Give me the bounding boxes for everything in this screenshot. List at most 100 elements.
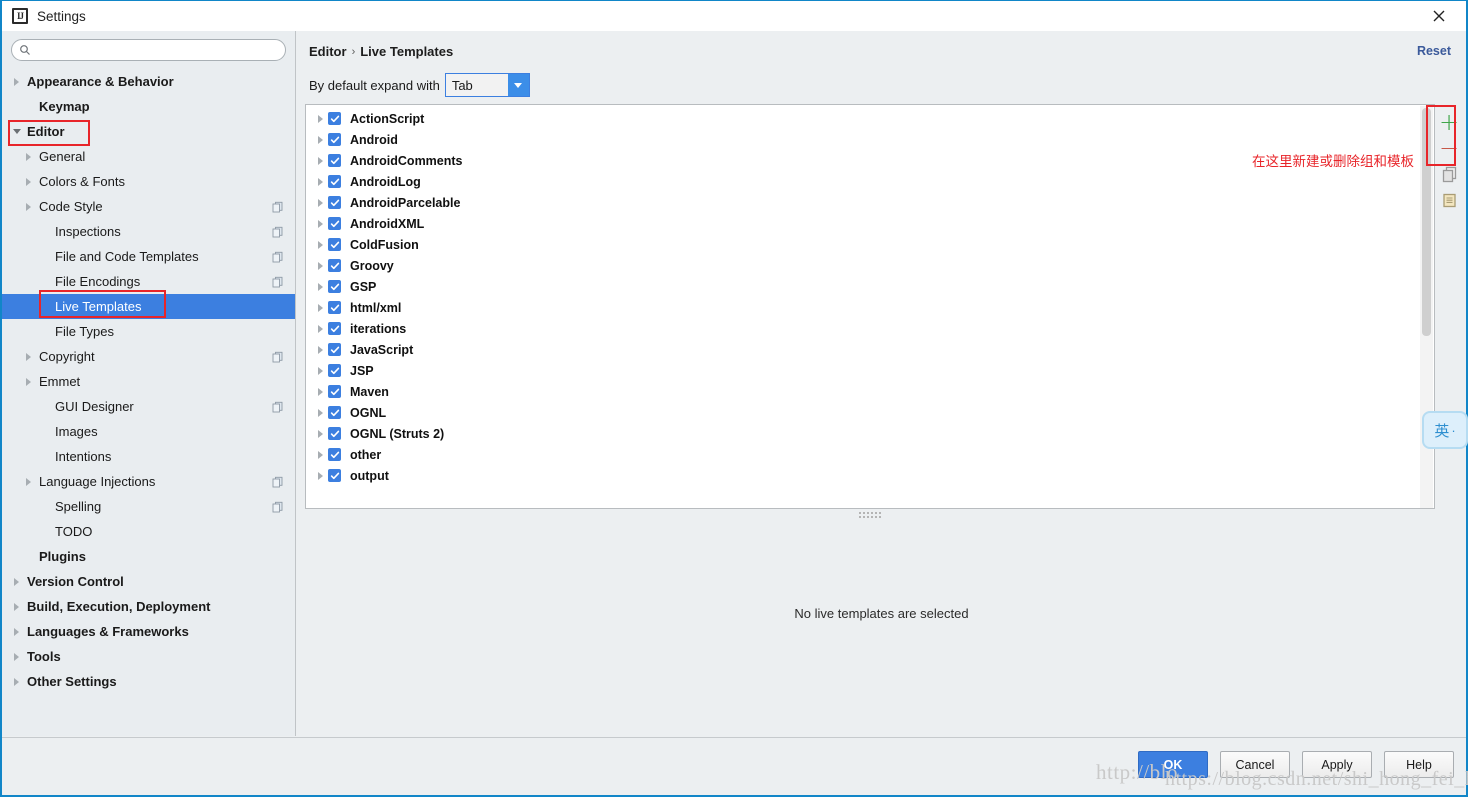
template-group-row[interactable]: ColdFusion (306, 234, 1434, 255)
sidebar-item-colors-fonts[interactable]: Colors & Fonts (2, 169, 295, 194)
template-group-row[interactable]: OGNL (Struts 2) (306, 423, 1434, 444)
chevron-right-icon[interactable] (313, 471, 328, 480)
chevron-right-icon[interactable] (313, 219, 328, 228)
template-group-checkbox[interactable] (328, 301, 341, 314)
sidebar-item-file-and-code-templates[interactable]: File and Code Templates (2, 244, 295, 269)
sidebar-item-plugins[interactable]: Plugins (2, 544, 295, 569)
chevron-right-icon[interactable] (22, 475, 35, 488)
sidebar-item-code-style[interactable]: Code Style (2, 194, 295, 219)
help-button[interactable]: Help (1384, 751, 1454, 778)
template-group-checkbox[interactable] (328, 112, 341, 125)
search-box[interactable] (11, 39, 286, 61)
template-group-row[interactable]: Groovy (306, 255, 1434, 276)
chevron-right-icon[interactable] (10, 75, 23, 88)
template-group-checkbox[interactable] (328, 448, 341, 461)
chevron-right-icon[interactable] (22, 175, 35, 188)
chevron-right-icon[interactable] (22, 200, 35, 213)
sidebar-item-images[interactable]: Images (2, 419, 295, 444)
template-group-checkbox[interactable] (328, 280, 341, 293)
chevron-right-icon[interactable] (313, 240, 328, 249)
template-group-checkbox[interactable] (328, 406, 341, 419)
chevron-down-icon[interactable] (507, 74, 529, 96)
chevron-right-icon[interactable] (313, 114, 328, 123)
sidebar-item-gui-designer[interactable]: GUI Designer (2, 394, 295, 419)
chevron-right-icon[interactable] (10, 650, 23, 663)
chevron-right-icon[interactable] (313, 450, 328, 459)
chevron-right-icon[interactable] (22, 150, 35, 163)
chevron-right-icon[interactable] (313, 429, 328, 438)
template-group-checkbox[interactable] (328, 322, 341, 335)
chevron-right-icon[interactable] (10, 625, 23, 638)
sidebar-item-keymap[interactable]: Keymap (2, 94, 295, 119)
add-template-button[interactable]: + (1436, 109, 1462, 135)
sidebar-item-languages-frameworks[interactable]: Languages & Frameworks (2, 619, 295, 644)
sidebar-item-build-execution-deployment[interactable]: Build, Execution, Deployment (2, 594, 295, 619)
template-group-checkbox[interactable] (328, 259, 341, 272)
expand-with-select[interactable]: Tab (444, 73, 530, 97)
chevron-right-icon[interactable] (313, 177, 328, 186)
chevron-right-icon[interactable] (10, 600, 23, 613)
sidebar-item-tools[interactable]: Tools (2, 644, 295, 669)
template-group-row[interactable]: other (306, 444, 1434, 465)
template-group-checkbox[interactable] (328, 175, 341, 188)
template-group-checkbox[interactable] (328, 217, 341, 230)
chevron-right-icon[interactable] (313, 366, 328, 375)
sidebar-item-editor[interactable]: Editor (2, 119, 295, 144)
apply-button[interactable]: Apply (1302, 751, 1372, 778)
chevron-right-icon[interactable] (313, 303, 328, 312)
template-group-checkbox[interactable] (328, 196, 341, 209)
sidebar-item-file-types[interactable]: File Types (2, 319, 295, 344)
chevron-right-icon[interactable] (313, 387, 328, 396)
duplicate-template-button[interactable] (1436, 161, 1462, 187)
template-group-checkbox[interactable] (328, 154, 341, 167)
chevron-right-icon[interactable] (10, 675, 23, 688)
sidebar-item-emmet[interactable]: Emmet (2, 369, 295, 394)
sidebar-item-version-control[interactable]: Version Control (2, 569, 295, 594)
template-group-row[interactable]: iterations (306, 318, 1434, 339)
templates-scrollbar-thumb[interactable] (1422, 108, 1431, 336)
ok-button[interactable]: OK (1138, 751, 1208, 778)
remove-template-button[interactable]: − (1436, 135, 1462, 161)
template-group-checkbox[interactable] (328, 133, 341, 146)
template-group-row[interactable]: JavaScript (306, 339, 1434, 360)
chevron-right-icon[interactable] (313, 261, 328, 270)
template-group-checkbox[interactable] (328, 427, 341, 440)
template-group-row[interactable]: ActionScript (306, 108, 1434, 129)
template-group-row[interactable]: GSP (306, 276, 1434, 297)
panel-splitter[interactable] (305, 509, 1435, 521)
template-group-checkbox[interactable] (328, 343, 341, 356)
chevron-right-icon[interactable] (313, 282, 328, 291)
template-group-row[interactable]: AndroidLog (306, 171, 1434, 192)
template-group-row[interactable]: Maven (306, 381, 1434, 402)
close-icon[interactable] (1418, 1, 1460, 31)
template-group-checkbox[interactable] (328, 469, 341, 482)
chevron-down-icon[interactable] (10, 125, 23, 138)
ime-language-indicator[interactable]: 英 · (1422, 411, 1468, 449)
sidebar-item-file-encodings[interactable]: File Encodings (2, 269, 295, 294)
chevron-right-icon[interactable] (313, 408, 328, 417)
sidebar-item-live-templates[interactable]: Live Templates (2, 294, 295, 319)
sidebar-item-todo[interactable]: TODO (2, 519, 295, 544)
chevron-right-icon[interactable] (22, 375, 35, 388)
template-group-row[interactable]: Android (306, 129, 1434, 150)
chevron-right-icon[interactable] (313, 135, 328, 144)
sidebar-item-language-injections[interactable]: Language Injections (2, 469, 295, 494)
breadcrumb-root[interactable]: Editor (309, 44, 347, 59)
sidebar-item-general[interactable]: General (2, 144, 295, 169)
template-group-checkbox[interactable] (328, 364, 341, 377)
template-group-row[interactable]: OGNL (306, 402, 1434, 423)
sidebar-item-spelling[interactable]: Spelling (2, 494, 295, 519)
restore-defaults-button[interactable] (1436, 187, 1462, 213)
sidebar-item-copyright[interactable]: Copyright (2, 344, 295, 369)
sidebar-item-inspections[interactable]: Inspections (2, 219, 295, 244)
template-group-row[interactable]: html/xml (306, 297, 1434, 318)
template-group-checkbox[interactable] (328, 238, 341, 251)
template-group-row[interactable]: AndroidParcelable (306, 192, 1434, 213)
search-input[interactable] (31, 41, 285, 59)
sidebar-item-appearance-behavior[interactable]: Appearance & Behavior (2, 69, 295, 94)
chevron-right-icon[interactable] (22, 350, 35, 363)
chevron-right-icon[interactable] (313, 198, 328, 207)
sidebar-item-other-settings[interactable]: Other Settings (2, 669, 295, 694)
template-group-row[interactable]: AndroidXML (306, 213, 1434, 234)
chevron-right-icon[interactable] (313, 324, 328, 333)
